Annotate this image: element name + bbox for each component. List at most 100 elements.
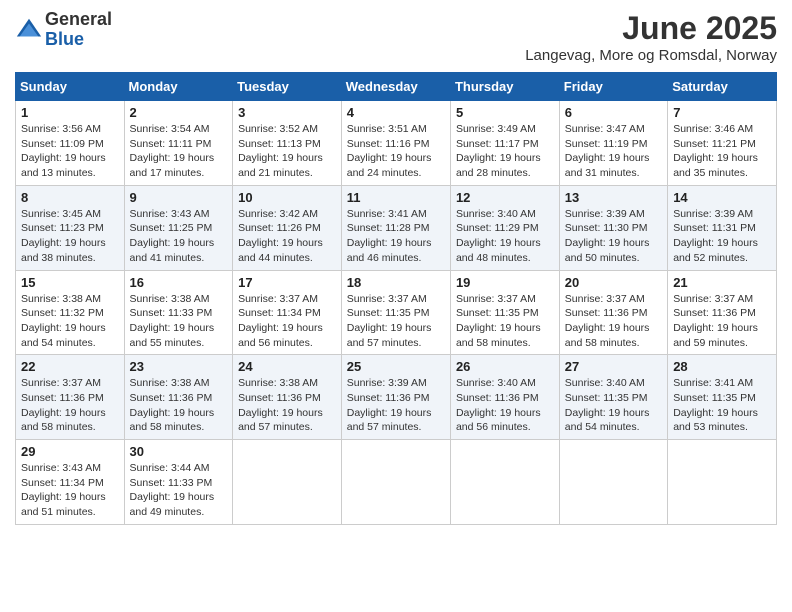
calendar-cell: 8 Sunrise: 3:45 AMSunset: 11:23 PMDayligh…: [16, 185, 125, 270]
calendar-cell: [341, 440, 450, 525]
calendar-week-row: 1Sunrise: 3:56 AMSunset: 11:09 PMDayligh…: [16, 101, 777, 186]
title-area: June 2025 Langevag, More og Romsdal, Nor…: [525, 10, 777, 64]
day-info: Sunrise: 3:37 AMSunset: 11:36 PMDaylight…: [673, 292, 771, 351]
calendar-cell: 2 Sunrise: 3:54 AMSunset: 11:11 PMDayligh…: [124, 101, 233, 186]
day-info: Sunrise: 3:38 AMSunset: 11:32 PMDaylight…: [21, 292, 119, 351]
day-number: 29: [21, 444, 119, 459]
calendar-week-row: 29Sunrise: 3:43 AMSunset: 11:34 PMDaylig…: [16, 440, 777, 525]
calendar-cell: 21 Sunrise: 3:37 AMSunset: 11:36 PMDaylig…: [668, 270, 777, 355]
calendar-week-row: 15 Sunrise: 3:38 AMSunset: 11:32 PMDaylig…: [16, 270, 777, 355]
day-number: 14: [673, 190, 771, 205]
day-info: Sunrise: 3:41 AMSunset: 11:35 PMDaylight…: [673, 376, 771, 435]
day-info: Sunrise: 3:37 AMSunset: 11:36 PMDaylight…: [565, 292, 662, 351]
calendar-week-row: 22 Sunrise: 3:37 AMSunset: 11:36 PMDaylig…: [16, 355, 777, 440]
day-number: 7: [673, 105, 771, 120]
calendar-cell: 9 Sunrise: 3:43 AMSunset: 11:25 PMDayligh…: [124, 185, 233, 270]
day-info: Sunrise: 3:37 AMSunset: 11:36 PMDaylight…: [21, 376, 119, 435]
day-number: 23: [130, 359, 228, 374]
day-number: 2: [130, 105, 228, 120]
day-info: Sunrise: 3:40 AMSunset: 11:36 PMDaylight…: [456, 376, 554, 435]
calendar-cell: 14 Sunrise: 3:39 AMSunset: 11:31 PMDaylig…: [668, 185, 777, 270]
day-number: 17: [238, 275, 336, 290]
day-number: 27: [565, 359, 662, 374]
day-info: Sunrise: 3:40 AMSunset: 11:35 PMDaylight…: [565, 376, 662, 435]
col-tuesday: Tuesday: [233, 73, 342, 101]
location-title: Langevag, More og Romsdal, Norway: [525, 47, 777, 64]
day-number: 20: [565, 275, 662, 290]
calendar-cell: 7 Sunrise: 3:46 AMSunset: 11:21 PMDayligh…: [668, 101, 777, 186]
calendar-cell: 19 Sunrise: 3:37 AMSunset: 11:35 PMDaylig…: [450, 270, 559, 355]
calendar-cell: 1Sunrise: 3:56 AMSunset: 11:09 PMDayligh…: [16, 101, 125, 186]
col-thursday: Thursday: [450, 73, 559, 101]
calendar-cell: [233, 440, 342, 525]
day-number: 8: [21, 190, 119, 205]
day-number: 21: [673, 275, 771, 290]
calendar-cell: 23 Sunrise: 3:38 AMSunset: 11:36 PMDaylig…: [124, 355, 233, 440]
calendar-cell: 3Sunrise: 3:52 AMSunset: 11:13 PMDayligh…: [233, 101, 342, 186]
day-info: Sunrise: 3:38 AMSunset: 11:36 PMDaylight…: [238, 376, 336, 435]
calendar-header-row: Sunday Monday Tuesday Wednesday Thursday…: [16, 73, 777, 101]
day-info: Sunrise: 3:44 AMSunset: 11:33 PMDaylight…: [130, 461, 228, 520]
calendar-cell: 24Sunrise: 3:38 AMSunset: 11:36 PMDaylig…: [233, 355, 342, 440]
day-number: 22: [21, 359, 119, 374]
calendar-cell: 22 Sunrise: 3:37 AMSunset: 11:36 PMDaylig…: [16, 355, 125, 440]
day-info: Sunrise: 3:38 AMSunset: 11:36 PMDaylight…: [130, 376, 228, 435]
calendar-cell: 17 Sunrise: 3:37 AMSunset: 11:34 PMDaylig…: [233, 270, 342, 355]
calendar-cell: [559, 440, 667, 525]
day-info: Sunrise: 3:47 AMSunset: 11:19 PMDaylight…: [565, 122, 662, 181]
day-number: 15: [21, 275, 119, 290]
day-number: 4: [347, 105, 445, 120]
logo-text: General Blue: [45, 10, 112, 50]
day-info: Sunrise: 3:43 AMSunset: 11:25 PMDaylight…: [130, 207, 228, 266]
day-number: 19: [456, 275, 554, 290]
day-number: 9: [130, 190, 228, 205]
month-title: June 2025: [525, 10, 777, 47]
day-info: Sunrise: 3:37 AMSunset: 11:35 PMDaylight…: [347, 292, 445, 351]
calendar-cell: 27 Sunrise: 3:40 AMSunset: 11:35 PMDaylig…: [559, 355, 667, 440]
calendar-cell: 20 Sunrise: 3:37 AMSunset: 11:36 PMDaylig…: [559, 270, 667, 355]
calendar-cell: [450, 440, 559, 525]
calendar-cell: 15 Sunrise: 3:38 AMSunset: 11:32 PMDaylig…: [16, 270, 125, 355]
day-number: 6: [565, 105, 662, 120]
calendar-week-row: 8 Sunrise: 3:45 AMSunset: 11:23 PMDayligh…: [16, 185, 777, 270]
day-info: Sunrise: 3:46 AMSunset: 11:21 PMDaylight…: [673, 122, 771, 181]
day-info: Sunrise: 3:51 AMSunset: 11:16 PMDaylight…: [347, 122, 445, 181]
day-number: 18: [347, 275, 445, 290]
day-info: Sunrise: 3:42 AMSunset: 11:26 PMDaylight…: [238, 207, 336, 266]
day-number: 16: [130, 275, 228, 290]
day-info: Sunrise: 3:38 AMSunset: 11:33 PMDaylight…: [130, 292, 228, 351]
calendar: Sunday Monday Tuesday Wednesday Thursday…: [15, 72, 777, 525]
day-info: Sunrise: 3:41 AMSunset: 11:28 PMDaylight…: [347, 207, 445, 266]
calendar-cell: 11 Sunrise: 3:41 AMSunset: 11:28 PMDaylig…: [341, 185, 450, 270]
calendar-cell: 29Sunrise: 3:43 AMSunset: 11:34 PMDaylig…: [16, 440, 125, 525]
day-number: 13: [565, 190, 662, 205]
day-number: 12: [456, 190, 554, 205]
logo: General Blue: [15, 10, 112, 50]
day-info: Sunrise: 3:39 AMSunset: 11:31 PMDaylight…: [673, 207, 771, 266]
calendar-cell: 10Sunrise: 3:42 AMSunset: 11:26 PMDaylig…: [233, 185, 342, 270]
day-number: 5: [456, 105, 554, 120]
calendar-cell: 13 Sunrise: 3:39 AMSunset: 11:30 PMDaylig…: [559, 185, 667, 270]
day-number: 30: [130, 444, 228, 459]
calendar-cell: 5Sunrise: 3:49 AMSunset: 11:17 PMDayligh…: [450, 101, 559, 186]
day-info: Sunrise: 3:39 AMSunset: 11:30 PMDaylight…: [565, 207, 662, 266]
header: General Blue June 2025 Langevag, More og…: [15, 10, 777, 64]
day-number: 25: [347, 359, 445, 374]
calendar-cell: 16 Sunrise: 3:38 AMSunset: 11:33 PMDaylig…: [124, 270, 233, 355]
calendar-cell: 30 Sunrise: 3:44 AMSunset: 11:33 PMDaylig…: [124, 440, 233, 525]
day-number: 11: [347, 190, 445, 205]
day-info: Sunrise: 3:56 AMSunset: 11:09 PMDaylight…: [21, 122, 119, 181]
calendar-cell: 4 Sunrise: 3:51 AMSunset: 11:16 PMDayligh…: [341, 101, 450, 186]
logo-blue: Blue: [45, 30, 112, 50]
day-info: Sunrise: 3:37 AMSunset: 11:34 PMDaylight…: [238, 292, 336, 351]
col-monday: Monday: [124, 73, 233, 101]
day-info: Sunrise: 3:54 AMSunset: 11:11 PMDaylight…: [130, 122, 228, 181]
col-sunday: Sunday: [16, 73, 125, 101]
calendar-cell: 6 Sunrise: 3:47 AMSunset: 11:19 PMDayligh…: [559, 101, 667, 186]
day-info: Sunrise: 3:40 AMSunset: 11:29 PMDaylight…: [456, 207, 554, 266]
day-info: Sunrise: 3:37 AMSunset: 11:35 PMDaylight…: [456, 292, 554, 351]
calendar-cell: 18 Sunrise: 3:37 AMSunset: 11:35 PMDaylig…: [341, 270, 450, 355]
col-saturday: Saturday: [668, 73, 777, 101]
day-info: Sunrise: 3:45 AMSunset: 11:23 PMDaylight…: [21, 207, 119, 266]
calendar-cell: [668, 440, 777, 525]
